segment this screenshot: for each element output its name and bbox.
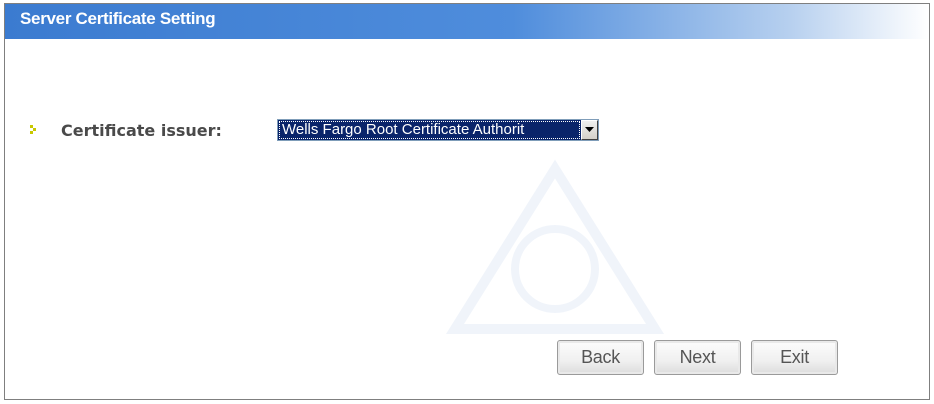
certificate-issuer-label: Certificate issuer:	[61, 120, 222, 140]
next-button[interactable]: Next	[654, 340, 741, 375]
certificate-issuer-row: Certificate issuer: Wells Fargo Root Cer…	[27, 119, 599, 141]
exit-button[interactable]: Exit	[751, 340, 838, 375]
wizard-content: Certificate issuer: Wells Fargo Root Cer…	[5, 39, 929, 397]
back-button[interactable]: Back	[557, 340, 644, 375]
certificate-issuer-select[interactable]: Wells Fargo Root Certificate Authorit	[277, 119, 599, 141]
wizard-window: Server Certificate Setting Certificate i…	[4, 3, 930, 400]
chevron-right-icon	[30, 125, 36, 134]
chevron-down-icon	[585, 127, 594, 132]
dropdown-arrow-button[interactable]	[581, 120, 598, 140]
window-title: Server Certificate Setting	[5, 4, 929, 39]
certificate-issuer-value[interactable]: Wells Fargo Root Certificate Authorit	[279, 121, 580, 139]
wizard-buttons: Back Next Exit	[557, 340, 838, 375]
watermark-graphic	[445, 159, 665, 334]
